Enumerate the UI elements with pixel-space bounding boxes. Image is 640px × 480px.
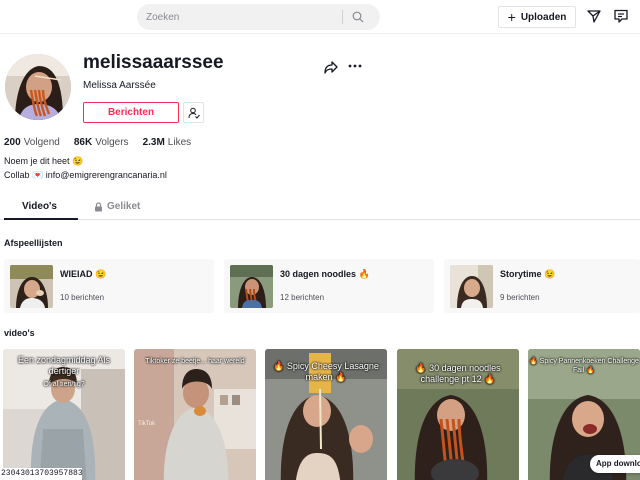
bio-line: Noem je dit heet 😉	[4, 156, 84, 166]
playlist-card[interactable]: WIEIAD 😉 10 berichten	[4, 259, 214, 313]
bio-line: Collab 💌 info@emigrerengrancanaria.nl	[4, 170, 167, 180]
video-caption: 🔥 Spicy Pannenkoeken Challenge Fail 🔥	[529, 358, 639, 374]
video-subcaption: Of al tien/tig?	[43, 381, 85, 388]
upload-label: Uploaden	[520, 11, 567, 23]
tab-videos[interactable]: Video's	[22, 201, 57, 212]
video-thumbnail[interactable]: 🔥 Spicy Cheesy Lasagne maken 🔥	[265, 349, 387, 480]
video-caption: 🔥 30 dagen noodles challenge pt 12 🔥	[415, 363, 501, 384]
stat-followers[interactable]: 86K Volgers	[74, 137, 129, 148]
messages-icon[interactable]	[613, 8, 629, 24]
search-input[interactable]	[137, 11, 342, 23]
playlist-title: Storytime 😉	[500, 269, 556, 279]
upload-button[interactable]: + Uploaden	[498, 6, 576, 28]
person-check-icon	[188, 107, 200, 119]
share-icon[interactable]	[323, 59, 339, 75]
video-caption: Tiktoker ze beetje... haar wereld	[145, 358, 245, 365]
search-icon[interactable]	[343, 4, 373, 30]
more-options-icon[interactable]	[347, 58, 363, 74]
playlist-count: 12 berichten	[280, 293, 325, 302]
stat-likes: 2.3M Likes	[143, 137, 192, 148]
playlist-count: 9 berichten	[500, 293, 540, 302]
plus-icon: +	[507, 9, 516, 25]
playlist-thumbnail	[450, 265, 493, 308]
tiktok-watermark: TikTok	[138, 421, 156, 427]
videos-title: video's	[4, 328, 35, 338]
playlists-title: Afspeellijsten	[4, 238, 63, 248]
active-tab-indicator	[4, 218, 78, 220]
username: melissaaarssee	[83, 52, 224, 73]
playlist-card[interactable]: 30 dagen noodles 🔥 12 berichten	[224, 259, 434, 313]
stat-following[interactable]: 200 Volgend	[4, 137, 60, 148]
video-id-label: 23043013703957883	[0, 468, 83, 480]
stat-value: 200	[4, 137, 21, 148]
lock-icon	[95, 201, 102, 211]
display-name: Melissa Aarssée	[83, 80, 156, 91]
tab-liked[interactable]: Geliket	[94, 201, 140, 212]
stat-label: Volgers	[95, 137, 129, 148]
playlist-count: 10 berichten	[60, 293, 105, 302]
follow-user-button[interactable]	[183, 102, 204, 123]
top-bar: + Uploaden	[0, 0, 640, 34]
search-bar	[137, 4, 380, 30]
video-thumbnail[interactable]: Een zondagmiddag Als dertiger Of al tien…	[3, 349, 125, 480]
stat-value: 86K	[73, 137, 93, 148]
profile-stats: 200 Volgend 86K Volgers 2.3M Likes	[4, 137, 205, 148]
video-caption: 🔥 Spicy Cheesy Lasagne maken 🔥	[273, 361, 379, 382]
playlist-title: 30 dagen noodles 🔥	[280, 269, 370, 279]
video-thumbnail[interactable]: Tiktoker ze beetje... haar wereld TikTok	[134, 349, 256, 480]
video-caption: Een zondagmiddag Als dertiger	[17, 355, 111, 376]
tab-liked-label: Geliket	[107, 201, 141, 212]
avatar	[5, 54, 71, 120]
video-thumbnail[interactable]: 🔥 30 dagen noodles challenge pt 12 🔥	[397, 349, 519, 480]
stat-value: 2.3M	[142, 137, 165, 148]
message-button[interactable]: Berichten	[83, 102, 179, 123]
inbox-send-icon[interactable]	[586, 8, 602, 24]
playlist-card[interactable]: Storytime 😉 9 berichten	[444, 259, 640, 313]
playlist-thumbnail	[10, 265, 53, 308]
stat-label: Volgend	[23, 137, 60, 148]
playlist-thumbnail	[230, 265, 273, 308]
app-download-button[interactable]: App downlo	[590, 455, 640, 473]
profile-tabs: Video's Geliket	[0, 199, 640, 220]
playlist-title: WIEIAD 😉	[60, 269, 107, 279]
stat-label: Likes	[167, 137, 192, 148]
